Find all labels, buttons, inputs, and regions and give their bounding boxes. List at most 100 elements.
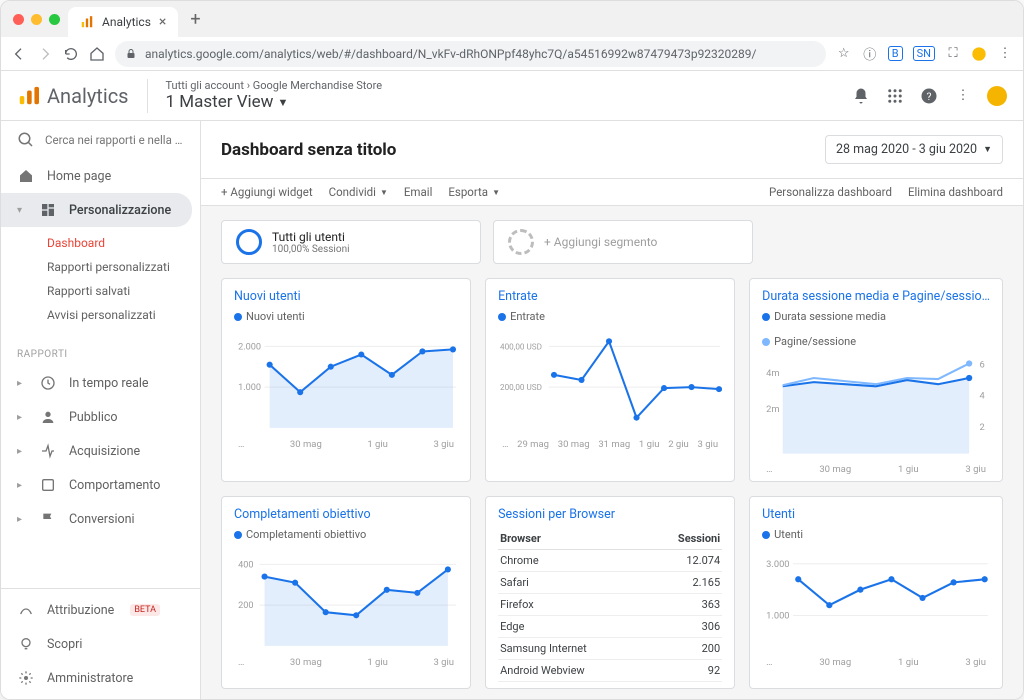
table-row: Samsung Internet200	[498, 638, 722, 660]
gear-icon	[17, 669, 35, 687]
analytics-logo[interactable]: Analytics	[17, 84, 129, 108]
dashboard-icon	[39, 201, 57, 219]
chevron-down-icon: ▼	[492, 188, 500, 197]
widget-users[interactable]: Utenti Utenti 3.000 1.000 …30 mag1 giu3 …	[749, 496, 1003, 689]
new-tab-button[interactable]: +	[190, 9, 200, 30]
close-tab-icon[interactable]: ×	[159, 14, 166, 30]
minimize-window-button[interactable]	[31, 14, 42, 25]
extension-chip[interactable]: B	[888, 46, 903, 61]
line-chart: 400 200	[234, 545, 458, 655]
line-chart: 3.000 1.000	[762, 545, 990, 655]
email-button[interactable]: Email	[404, 185, 432, 199]
sidebar-item-personalization[interactable]: ▾ Personalizzazione	[1, 193, 192, 227]
subnav-saved-reports[interactable]: Rapporti salvati	[47, 279, 200, 303]
sidebar-item-label: Conversioni	[69, 512, 135, 527]
analytics-logo-icon	[17, 85, 39, 107]
customize-dashboard-button[interactable]: Personalizza dashboard	[769, 185, 892, 199]
user-avatar[interactable]	[987, 86, 1007, 106]
legend-label: Utenti	[774, 528, 803, 541]
forward-icon[interactable]	[37, 46, 53, 62]
sidebar-item-realtime[interactable]: ▸ In tempo reale	[1, 366, 192, 400]
fullscreen-icon[interactable]: ⛶	[945, 46, 961, 62]
more-icon[interactable]: ⋮	[953, 86, 973, 106]
sidebar-item-attribution[interactable]: Attribuzione BETA	[1, 593, 192, 627]
svg-text:400: 400	[238, 560, 253, 570]
sidebar-item-audience[interactable]: ▸ Pubblico	[1, 400, 192, 434]
segments-row: Tutti gli utenti 100,00% Sessioni + Aggi…	[201, 206, 1023, 278]
line-chart: 2.000 1.000	[234, 327, 458, 437]
section-reports-label: RAPPORTI	[1, 335, 200, 366]
sidebar-item-admin[interactable]: Amministratore	[1, 661, 192, 695]
widget-revenue[interactable]: Entrate Entrate 400,00 USD 200,00 USD …2…	[485, 278, 735, 482]
close-window-button[interactable]	[13, 14, 24, 25]
chevron-right-icon: ▸	[17, 412, 27, 423]
subnav-dashboard[interactable]: Dashboard	[47, 231, 200, 255]
breadcrumb-property: Google Merchandise Store	[253, 79, 382, 92]
browser-tab[interactable]: Analytics ×	[68, 7, 178, 37]
table-row: Edge306	[498, 616, 722, 638]
account-picker[interactable]: Tutti gli account › Google Merchandise S…	[166, 79, 383, 112]
col-browser: Browser	[498, 528, 646, 550]
subnav-custom-alerts[interactable]: Avvisi personalizzati	[47, 303, 200, 327]
breadcrumb-accounts: Tutti gli account	[166, 79, 244, 92]
widget-title: Utenti	[762, 507, 990, 522]
maximize-window-button[interactable]	[49, 14, 60, 25]
sidebar-item-label: Comportamento	[69, 478, 160, 493]
sidebar-search[interactable]: Cerca nei rapporti e nella Guida	[1, 121, 200, 159]
info-icon[interactable]: ⓘ	[862, 46, 878, 62]
app-header: Analytics Tutti gli account › Google Mer…	[1, 71, 1023, 121]
widget-new-users[interactable]: Nuovi utenti Nuovi utenti 2.000 1.000 …3…	[221, 278, 471, 482]
widget-goal-completions[interactable]: Completamenti obiettivo Completamenti ob…	[221, 496, 471, 689]
sidebar-item-acquisition[interactable]: ▸ Acquisizione	[1, 434, 192, 468]
flag-icon	[39, 510, 57, 528]
delete-dashboard-button[interactable]: Elimina dashboard	[908, 185, 1003, 199]
browser-window: Analytics × + analytics.google.com/analy…	[0, 0, 1024, 700]
sidebar-item-behavior[interactable]: ▸ Comportamento	[1, 468, 192, 502]
legend-label: Completamenti obiettivo	[246, 528, 366, 541]
share-button[interactable]: Condividi ▼	[329, 185, 388, 199]
add-segment-icon	[508, 229, 534, 255]
person-icon	[39, 408, 57, 426]
chevron-down-icon: ▼	[277, 96, 288, 109]
svg-text:2: 2	[980, 422, 985, 433]
main-content: Dashboard senza titolo 28 mag 2020 - 3 g…	[201, 121, 1023, 699]
url-input[interactable]: analytics.google.com/analytics/web/#/das…	[115, 41, 826, 67]
avatar-icon[interactable]	[971, 46, 987, 62]
legend-label: Pagine/sessione	[774, 335, 856, 348]
segment-all-users[interactable]: Tutti gli utenti 100,00% Sessioni	[221, 220, 481, 264]
chevron-down-icon: ▾	[17, 205, 27, 216]
bulb-icon	[17, 635, 35, 653]
widget-title: Durata sessione media e Pagine/sessio…	[762, 289, 990, 304]
svg-text:400,00 USD: 400,00 USD	[500, 341, 542, 351]
add-segment-button[interactable]: + Aggiungi segmento	[493, 220, 753, 264]
home-icon[interactable]	[89, 46, 105, 62]
extension-chip-2[interactable]: SN	[913, 46, 935, 61]
legend-label: Entrate	[510, 310, 545, 323]
sidebar: Cerca nei rapporti e nella Guida Home pa…	[1, 121, 201, 699]
svg-text:4: 4	[980, 391, 986, 402]
sidebar-item-label: Pubblico	[69, 410, 118, 425]
sidebar-item-discover[interactable]: Scopri	[1, 627, 192, 661]
date-range-picker[interactable]: 28 mag 2020 - 3 giu 2020 ▼	[825, 135, 1003, 164]
bell-icon[interactable]	[851, 86, 871, 106]
line-chart: 4m 2m 6 4 2	[762, 352, 990, 462]
sidebar-item-conversions[interactable]: ▸ Conversioni	[1, 502, 192, 536]
search-icon	[17, 131, 35, 149]
widget-sessions-by-browser[interactable]: Sessioni per Browser Browser Sessioni Ch…	[485, 496, 735, 689]
export-button[interactable]: Esporta ▼	[448, 185, 500, 199]
sidebar-item-home[interactable]: Home page	[1, 159, 192, 193]
star-icon[interactable]: ☆	[836, 46, 852, 62]
add-widget-button[interactable]: + Aggiungi widget	[221, 185, 313, 199]
widget-duration-pages[interactable]: Durata sessione media e Pagine/sessio… D…	[749, 278, 1003, 482]
date-range-label: 28 mag 2020 - 3 giu 2020	[836, 142, 977, 157]
kebab-icon[interactable]: ⋮	[997, 46, 1013, 62]
sidebar-item-label: Scopri	[47, 637, 82, 652]
help-icon[interactable]: ?	[919, 86, 939, 106]
back-icon[interactable]	[11, 46, 27, 62]
sidebar-item-label: Personalizzazione	[69, 203, 171, 218]
reload-icon[interactable]	[63, 46, 79, 62]
add-segment-label: + Aggiungi segmento	[544, 235, 657, 249]
table-row: Safari2.165	[498, 572, 722, 594]
apps-icon[interactable]	[885, 86, 905, 106]
subnav-custom-reports[interactable]: Rapporti personalizzati	[47, 255, 200, 279]
